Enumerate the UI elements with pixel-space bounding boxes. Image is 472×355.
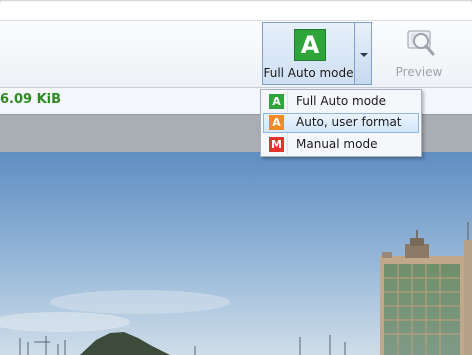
top-strip (0, 2, 472, 21)
preview-button[interactable]: Preview (384, 22, 454, 85)
menu-item-label: Full Auto mode (296, 94, 387, 108)
full-auto-mode-icon: A (269, 94, 284, 109)
manual-mode-icon: M (269, 137, 284, 152)
preview-button-label: Preview (395, 65, 443, 79)
mode-dropdown-arrow-button[interactable] (354, 22, 372, 85)
image-preview (0, 152, 472, 355)
auto-user-format-icon: A (269, 115, 284, 130)
window-top-border (0, 0, 472, 1)
menu-item-manual-mode[interactable]: M Manual mode (263, 135, 419, 155)
preview-magnifier-icon (407, 30, 435, 56)
full-auto-mode-button[interactable]: A Full Auto mode (262, 22, 354, 85)
file-size-text: 6.09 KiB (0, 92, 62, 107)
mode-dropdown-menu: A Full Auto mode A Auto, user format M M… (260, 89, 422, 157)
menu-item-auto-user-format[interactable]: A Auto, user format (263, 113, 419, 133)
chevron-down-icon (360, 53, 368, 57)
menu-item-label: Auto, user format (296, 115, 402, 129)
mode-button-label: Full Auto mode (263, 66, 354, 80)
menu-item-full-auto-mode[interactable]: A Full Auto mode (263, 92, 419, 112)
full-auto-mode-icon: A (294, 29, 326, 61)
menu-item-label: Manual mode (296, 137, 378, 151)
